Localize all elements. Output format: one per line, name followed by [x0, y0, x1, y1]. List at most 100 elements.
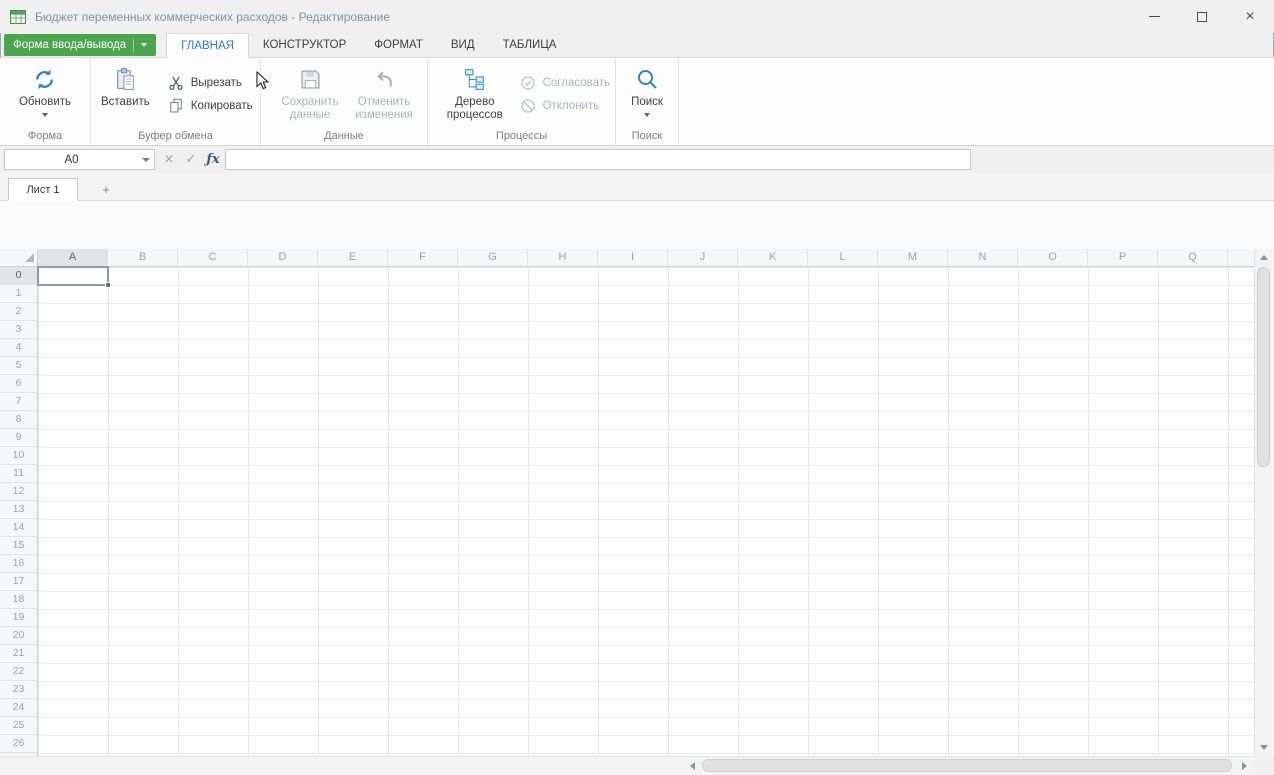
- column-header-P[interactable]: P: [1088, 249, 1158, 266]
- refresh-label: Обновить: [19, 96, 71, 109]
- row-header-6[interactable]: 6: [0, 375, 37, 393]
- cut-label: Вырезать: [191, 77, 242, 89]
- column-header-C[interactable]: C: [178, 249, 248, 266]
- add-sheet-button[interactable]: +: [95, 178, 117, 201]
- arrow-left-icon: [690, 762, 695, 770]
- paste-button[interactable]: Вставить: [97, 63, 154, 110]
- tab-tablitsa[interactable]: ТАБЛИЦА: [489, 33, 571, 57]
- column-header-F[interactable]: F: [388, 249, 458, 266]
- row-header-17[interactable]: 17: [0, 573, 37, 591]
- tab-vid[interactable]: ВИД: [437, 33, 489, 57]
- row-header-26[interactable]: 26: [0, 735, 37, 753]
- tab-format[interactable]: ФОРМАТ: [360, 33, 437, 57]
- cell-reference-dropdown[interactable]: [138, 158, 154, 162]
- column-header-E[interactable]: E: [318, 249, 388, 266]
- column-header-I[interactable]: I: [598, 249, 668, 266]
- cancel-entry-icon[interactable]: ×: [158, 152, 180, 167]
- vertical-scrollbar-thumb[interactable]: [1257, 267, 1270, 467]
- scroll-left-button[interactable]: [684, 757, 701, 775]
- scroll-up-button[interactable]: [1255, 249, 1273, 266]
- maximize-button[interactable]: [1178, 0, 1226, 33]
- reject-button: Отклонить: [514, 95, 615, 117]
- minimize-button[interactable]: [1130, 0, 1178, 33]
- process-tree-button[interactable]: Дерево процессов: [436, 63, 514, 123]
- spreadsheet-grid: ABCDEFGHIJKLMNOPQ 0123456789101112131415…: [0, 249, 1254, 756]
- sheet-tab-list1[interactable]: Лист 1: [8, 178, 78, 201]
- row-header-19[interactable]: 19: [0, 609, 37, 627]
- title-bar: Бюджет переменных коммерческих расходов …: [0, 0, 1274, 33]
- copy-button[interactable]: Копировать: [162, 95, 258, 117]
- row-header-23[interactable]: 23: [0, 681, 37, 699]
- row-header-7[interactable]: 7: [0, 393, 37, 411]
- column-header-A[interactable]: A: [38, 249, 108, 266]
- formula-input[interactable]: [225, 149, 971, 170]
- column-header-J[interactable]: J: [668, 249, 738, 266]
- row-header-21[interactable]: 21: [0, 645, 37, 663]
- row-header-5[interactable]: 5: [0, 357, 37, 375]
- row-header-1[interactable]: 1: [0, 285, 37, 303]
- row-header-22[interactable]: 22: [0, 663, 37, 681]
- close-button[interactable]: ×: [1226, 0, 1274, 33]
- column-header-M[interactable]: M: [878, 249, 948, 266]
- column-header-G[interactable]: G: [458, 249, 528, 266]
- row-header-13[interactable]: 13: [0, 501, 37, 519]
- tree-icon: [462, 64, 487, 94]
- insert-function-icon[interactable]: ƒx: [202, 152, 224, 167]
- ribbon-group-search: Поиск Поиск: [616, 58, 679, 145]
- minimize-icon: [1149, 16, 1160, 17]
- row-header-2[interactable]: 2: [0, 303, 37, 321]
- process-small-buttons: Согласовать Отклонить: [514, 72, 615, 117]
- row-header-25[interactable]: 25: [0, 717, 37, 735]
- column-header-H[interactable]: H: [528, 249, 598, 266]
- form-io-button[interactable]: Форма ввода/вывода: [4, 34, 156, 56]
- column-header-L[interactable]: L: [808, 249, 878, 266]
- tab-konstruktor[interactable]: КОНСТРУКТОР: [249, 33, 360, 57]
- row-header-20[interactable]: 20: [0, 627, 37, 645]
- column-header-Q[interactable]: Q: [1158, 249, 1228, 266]
- arrow-right-icon: [1242, 762, 1247, 770]
- column-header-D[interactable]: D: [248, 249, 318, 266]
- form-io-separator: [133, 39, 134, 52]
- row-header-24[interactable]: 24: [0, 699, 37, 717]
- row-header-15[interactable]: 15: [0, 537, 37, 555]
- row-header-16[interactable]: 16: [0, 555, 37, 573]
- confirm-entry-icon[interactable]: ✓: [180, 152, 202, 167]
- row-header-9[interactable]: 9: [0, 429, 37, 447]
- ribbon-tab-row: Форма ввода/вывода ГЛАВНАЯ КОНСТРУКТОР Ф…: [0, 33, 1274, 57]
- grid-cells[interactable]: [38, 267, 1254, 756]
- scroll-right-button[interactable]: [1236, 757, 1253, 775]
- cell-reference-box[interactable]: A0: [4, 149, 155, 170]
- cut-button[interactable]: Вырезать: [162, 72, 258, 94]
- row-header-0[interactable]: 0: [0, 267, 37, 285]
- vertical-scrollbar[interactable]: [1254, 249, 1273, 756]
- row-header-8[interactable]: 8: [0, 411, 37, 429]
- window-title: Бюджет переменных коммерческих расходов …: [35, 10, 390, 24]
- row-header-4[interactable]: 4: [0, 339, 37, 357]
- row-header-10[interactable]: 10: [0, 447, 37, 465]
- fill-handle[interactable]: [105, 282, 111, 288]
- selected-cell[interactable]: [37, 266, 109, 286]
- column-header-B[interactable]: B: [108, 249, 178, 266]
- column-header-N[interactable]: N: [948, 249, 1018, 266]
- arrow-down-icon: [1260, 745, 1268, 750]
- column-header-K[interactable]: K: [738, 249, 808, 266]
- column-header-O[interactable]: O: [1018, 249, 1088, 266]
- row-headers: 0123456789101112131415161718192021222324…: [0, 267, 38, 756]
- refresh-button[interactable]: Обновить: [15, 63, 75, 118]
- row-header-12[interactable]: 12: [0, 483, 37, 501]
- group-label-search: Поиск: [616, 130, 678, 142]
- row-header-11[interactable]: 11: [0, 465, 37, 483]
- horizontal-scrollbar-thumb[interactable]: [702, 759, 1232, 772]
- scroll-down-button[interactable]: [1255, 739, 1273, 756]
- group-label-clipboard: Буфер обмена: [91, 130, 260, 142]
- search-button[interactable]: Поиск: [627, 63, 667, 118]
- select-all-corner[interactable]: [0, 249, 38, 267]
- horizontal-scrollbar[interactable]: [0, 756, 1254, 775]
- formula-bar: A0 × ✓ ƒx: [0, 146, 1274, 173]
- row-header-18[interactable]: 18: [0, 591, 37, 609]
- tab-glavnaya[interactable]: ГЛАВНАЯ: [166, 33, 249, 58]
- row-header-14[interactable]: 14: [0, 519, 37, 537]
- form-io-label: Форма ввода/вывода: [13, 39, 126, 51]
- chevron-down-icon: [141, 43, 147, 47]
- row-header-3[interactable]: 3: [0, 321, 37, 339]
